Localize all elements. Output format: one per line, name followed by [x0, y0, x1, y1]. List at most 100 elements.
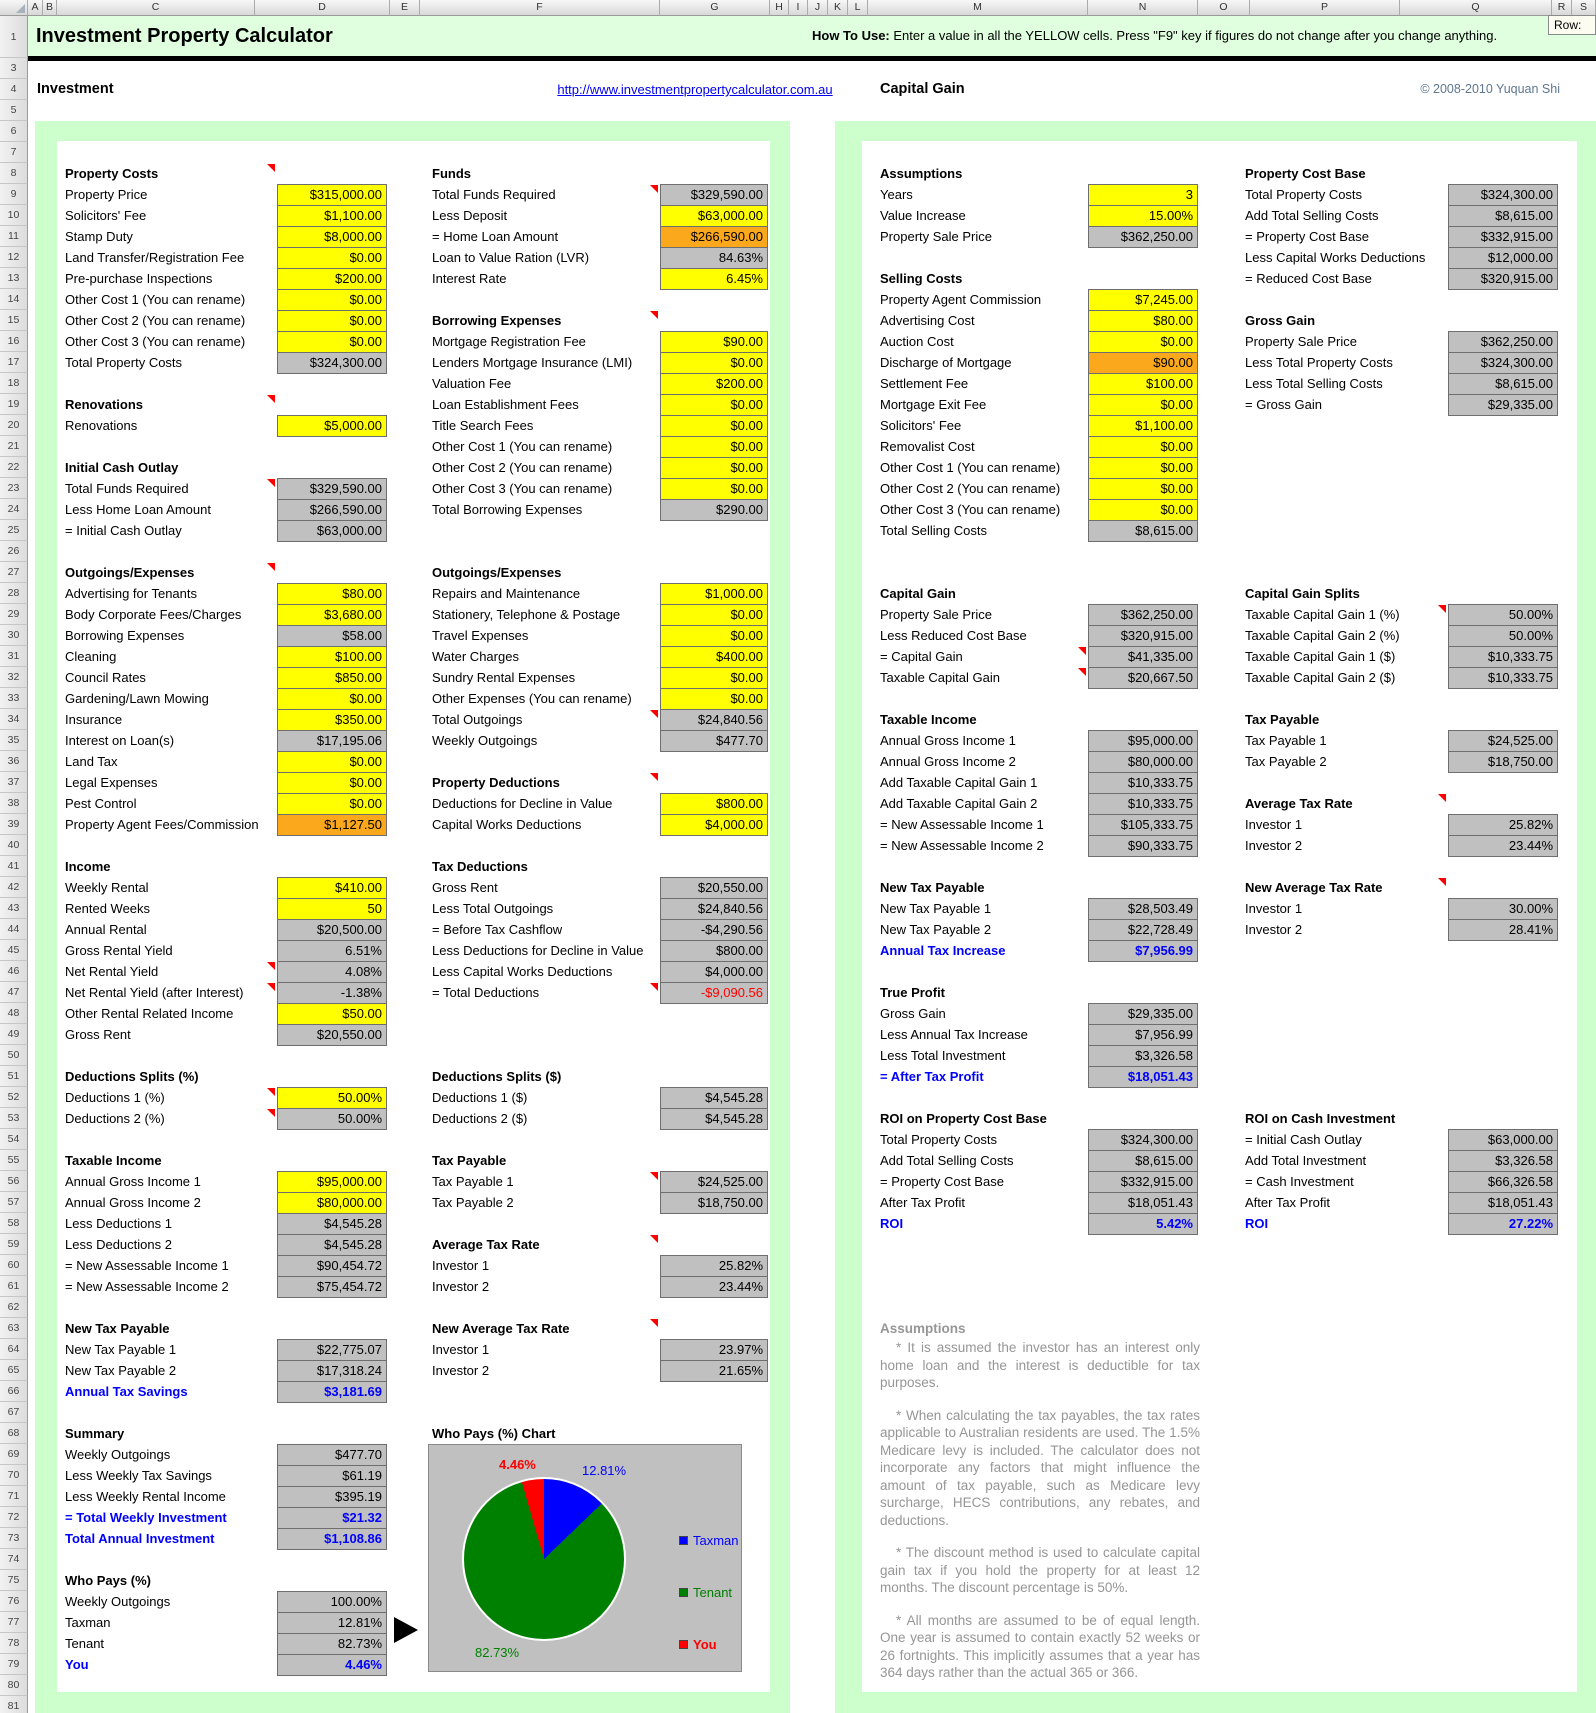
value-cell[interactable]: $0.00	[1088, 499, 1198, 521]
row-number[interactable]: 20	[0, 415, 28, 436]
value-cell[interactable]: $0.00	[660, 604, 768, 626]
row-number[interactable]: 39	[0, 814, 28, 835]
row-number[interactable]: 34	[0, 709, 28, 730]
value-cell[interactable]: $850.00	[277, 667, 387, 689]
row-number[interactable]: 45	[0, 940, 28, 961]
value-cell[interactable]: 50	[277, 898, 387, 920]
row-number[interactable]: 6	[0, 121, 28, 142]
row-number[interactable]: 74	[0, 1549, 28, 1570]
column-header[interactable]: L	[848, 0, 868, 16]
row-number[interactable]: 56	[0, 1171, 28, 1192]
row-number[interactable]: 67	[0, 1402, 28, 1423]
row-number[interactable]: 72	[0, 1507, 28, 1528]
value-cell[interactable]: $200.00	[660, 373, 768, 395]
value-cell[interactable]: $0.00	[660, 352, 768, 374]
row-number[interactable]: 48	[0, 1003, 28, 1024]
row-number[interactable]: 5	[0, 100, 28, 121]
value-cell[interactable]: $1,127.50	[277, 814, 387, 836]
column-header[interactable]: O	[1198, 0, 1250, 16]
row-number[interactable]: 54	[0, 1129, 28, 1150]
value-cell[interactable]: $0.00	[277, 289, 387, 311]
value-cell[interactable]: $0.00	[1088, 394, 1198, 416]
row-number[interactable]: 38	[0, 793, 28, 814]
value-cell[interactable]: $100.00	[277, 646, 387, 668]
row-number[interactable]: 69	[0, 1444, 28, 1465]
row-number[interactable]: 14	[0, 289, 28, 310]
row-number[interactable]: 52	[0, 1087, 28, 1108]
row-number[interactable]: 13	[0, 268, 28, 289]
value-cell[interactable]: $0.00	[277, 772, 387, 794]
value-cell[interactable]: 6.45%	[660, 268, 768, 290]
row-number[interactable]: 71	[0, 1486, 28, 1507]
column-header[interactable]: F	[420, 0, 660, 16]
value-cell[interactable]: $0.00	[1088, 457, 1198, 479]
column-header[interactable]: P	[1250, 0, 1400, 16]
value-cell[interactable]: $0.00	[660, 667, 768, 689]
row-number[interactable]: 10	[0, 205, 28, 226]
value-cell[interactable]: $1,100.00	[1088, 415, 1198, 437]
row-number[interactable]: 21	[0, 436, 28, 457]
value-cell[interactable]: $95,000.00	[277, 1171, 387, 1193]
row-number[interactable]: 42	[0, 877, 28, 898]
value-cell[interactable]: $0.00	[1088, 331, 1198, 353]
column-header[interactable]: C	[57, 0, 255, 16]
row-number[interactable]: 47	[0, 982, 28, 1003]
value-cell[interactable]: $80,000.00	[277, 1192, 387, 1214]
row-number[interactable]: 11	[0, 226, 28, 247]
value-cell[interactable]: $90.00	[1088, 352, 1198, 374]
row-number[interactable]: 79	[0, 1654, 28, 1675]
value-cell[interactable]: $4,000.00	[660, 814, 768, 836]
row-number[interactable]: 55	[0, 1150, 28, 1171]
row-number[interactable]: 68	[0, 1423, 28, 1444]
value-cell[interactable]: $350.00	[277, 709, 387, 731]
value-cell[interactable]: $0.00	[660, 625, 768, 647]
value-cell[interactable]: $8,000.00	[277, 226, 387, 248]
value-cell[interactable]: $80.00	[1088, 310, 1198, 332]
column-header[interactable]: G	[660, 0, 770, 16]
row-number[interactable]: 12	[0, 247, 28, 268]
select-all-corner[interactable]	[0, 0, 28, 16]
column-header[interactable]: E	[390, 0, 420, 16]
value-cell[interactable]: $1,000.00	[660, 583, 768, 605]
row-number[interactable]: 80	[0, 1675, 28, 1696]
value-cell[interactable]: $0.00	[660, 436, 768, 458]
value-cell[interactable]: 3	[1088, 184, 1198, 206]
value-cell[interactable]: $50.00	[277, 1003, 387, 1025]
column-header[interactable]: B	[43, 0, 57, 16]
value-cell[interactable]: 50.00%	[277, 1087, 387, 1109]
value-cell[interactable]: $80.00	[277, 583, 387, 605]
row-number[interactable]: 27	[0, 562, 28, 583]
row-number[interactable]: 24	[0, 499, 28, 520]
row-number[interactable]: 43	[0, 898, 28, 919]
value-cell[interactable]: $0.00	[660, 688, 768, 710]
row-number[interactable]: 78	[0, 1633, 28, 1654]
column-header[interactable]: J	[808, 0, 828, 16]
row-number[interactable]: 17	[0, 352, 28, 373]
row-number[interactable]: 40	[0, 835, 28, 856]
value-cell[interactable]: $315,000.00	[277, 184, 387, 206]
row-number[interactable]: 35	[0, 730, 28, 751]
column-header[interactable]: A	[28, 0, 43, 16]
row-number[interactable]: 75	[0, 1570, 28, 1591]
row-number[interactable]: 77	[0, 1612, 28, 1633]
value-cell[interactable]: $5,000.00	[277, 415, 387, 437]
row-number[interactable]: 59	[0, 1234, 28, 1255]
value-cell[interactable]: $0.00	[1088, 478, 1198, 500]
value-cell[interactable]: $63,000.00	[660, 205, 768, 227]
row-number[interactable]: 16	[0, 331, 28, 352]
row-number[interactable]: 31	[0, 646, 28, 667]
row-number[interactable]: 49	[0, 1024, 28, 1045]
column-header[interactable]: S	[1572, 0, 1596, 16]
website-link[interactable]: http://www.investmentpropertycalculator.…	[540, 79, 850, 100]
row-number[interactable]: 28	[0, 583, 28, 604]
column-header[interactable]: N	[1088, 0, 1198, 16]
value-cell[interactable]: $266,590.00	[660, 226, 768, 248]
value-cell[interactable]: $0.00	[277, 751, 387, 773]
column-header[interactable]: Q	[1400, 0, 1552, 16]
value-cell[interactable]: $90.00	[660, 331, 768, 353]
row-number[interactable]: 62	[0, 1297, 28, 1318]
row-number[interactable]: 50	[0, 1045, 28, 1066]
column-header[interactable]: M	[868, 0, 1088, 16]
row-number[interactable]: 22	[0, 457, 28, 478]
value-cell[interactable]: $200.00	[277, 268, 387, 290]
